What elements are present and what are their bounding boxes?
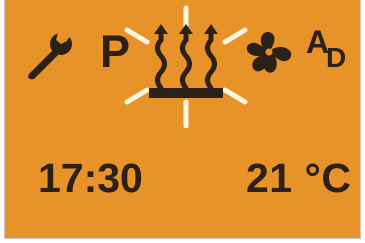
- temperature-readout: 21 °C: [246, 155, 352, 201]
- defrost-indicator-letter: D: [326, 42, 347, 73]
- wrench-icon: [28, 30, 72, 80]
- time-readout: 17:30: [38, 155, 143, 201]
- floor-heating-icon: [124, 5, 248, 128]
- thermostat-display: P A D 17:30 21 °C: [4, 0, 361, 239]
- fan-icon: [246, 31, 292, 73]
